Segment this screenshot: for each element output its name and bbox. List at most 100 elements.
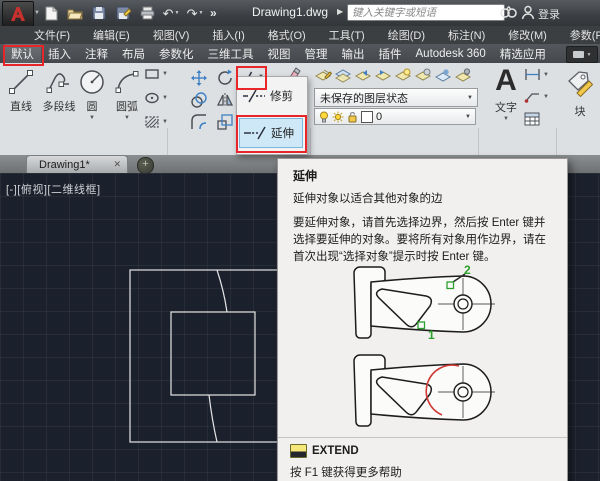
current-layer-name: 0 bbox=[376, 110, 383, 123]
autocad-logo[interactable] bbox=[2, 1, 34, 27]
menu-modify[interactable]: 修改(M) bbox=[508, 27, 547, 43]
layer-freeze-icon[interactable] bbox=[435, 67, 452, 84]
circle-caret-icon[interactable]: ▼ bbox=[89, 115, 95, 121]
leader-caret-icon[interactable]: ▼ bbox=[543, 94, 549, 100]
camera-icon bbox=[572, 51, 584, 58]
rectangle-tool-button[interactable]: ▼ bbox=[144, 67, 168, 81]
text-tool-button[interactable]: A 文字 ▼ bbox=[489, 66, 523, 123]
table-icon bbox=[524, 112, 540, 126]
undo-button[interactable]: ↶ ▼ bbox=[162, 4, 180, 22]
plot-icon[interactable] bbox=[138, 4, 156, 22]
ribbon-tab-parametric[interactable]: 参数化 bbox=[152, 44, 201, 64]
menu-view[interactable]: 视图(V) bbox=[153, 27, 190, 43]
layer-tools-row bbox=[315, 67, 472, 84]
rectangle-caret-icon[interactable]: ▼ bbox=[162, 71, 168, 77]
undo-caret-icon[interactable]: ▼ bbox=[174, 10, 179, 16]
save-icon[interactable] bbox=[90, 4, 108, 22]
inner-rectangle[interactable] bbox=[170, 311, 256, 396]
ribbon-tab-output[interactable]: 输出 bbox=[335, 44, 372, 64]
ribbon-tab-view[interactable]: 视图 bbox=[261, 44, 298, 64]
scale-tool-button[interactable] bbox=[216, 113, 234, 136]
move-tool-button[interactable] bbox=[190, 69, 208, 92]
autocad-a-icon bbox=[11, 7, 25, 21]
ribbon-tab-plugins[interactable]: 插件 bbox=[372, 44, 409, 64]
layer-unisolate-icon[interactable] bbox=[415, 67, 432, 84]
hatch-icon bbox=[145, 116, 159, 128]
layer-color-swatch[interactable] bbox=[361, 110, 373, 123]
menu-parametric[interactable]: 参数(P) bbox=[570, 27, 600, 43]
layer-walk-icon[interactable] bbox=[375, 67, 392, 84]
ribbon-tab-manage[interactable]: 管理 bbox=[298, 44, 335, 64]
table-tool-button[interactable] bbox=[524, 112, 540, 131]
arc-caret-icon[interactable]: ▼ bbox=[124, 115, 130, 121]
layer-dropdown[interactable]: 0 ▼ bbox=[314, 108, 476, 125]
layer-thaw-sun-icon[interactable] bbox=[332, 111, 344, 123]
menu-draw[interactable]: 绘图(D) bbox=[388, 27, 425, 43]
arc-segment-top[interactable] bbox=[216, 269, 228, 313]
arc-tool-button[interactable]: 圆弧 ▼ bbox=[110, 68, 144, 121]
ellipse-caret-icon[interactable]: ▼ bbox=[162, 95, 168, 101]
save-as-icon[interactable] bbox=[114, 4, 132, 22]
trim-menu-item[interactable]: 修剪 bbox=[239, 81, 303, 111]
layer-off-icon[interactable] bbox=[455, 67, 472, 84]
insert-block-button[interactable]: 块 bbox=[564, 69, 596, 119]
new-tab-button[interactable]: + bbox=[137, 157, 154, 174]
bracket-after bbox=[353, 354, 496, 427]
text-caret-icon[interactable]: ▼ bbox=[489, 116, 523, 122]
ribbon-tab-a360[interactable]: Autodesk 360 bbox=[409, 46, 493, 62]
menu-file[interactable]: 文件(F) bbox=[34, 27, 70, 43]
arc-segment-bottom[interactable] bbox=[208, 394, 218, 443]
ribbon-tab-3dtools[interactable]: 三维工具 bbox=[201, 44, 261, 64]
infocenter-search-input[interactable] bbox=[347, 4, 505, 21]
tooltip-help-hint: 按 F1 键获得更多帮助 bbox=[290, 467, 402, 479]
fillet-tool-button[interactable] bbox=[190, 113, 208, 136]
extend-menu-label: 延伸 bbox=[271, 128, 294, 140]
ribbon-tab-annotate[interactable]: 注释 bbox=[78, 44, 115, 64]
dimension-tool-button[interactable]: ▼ bbox=[524, 68, 549, 81]
ribbon-tab-home[interactable]: 默认 bbox=[4, 43, 41, 64]
ellipse-tool-button[interactable]: ▼ bbox=[144, 91, 168, 105]
extend-menu-item[interactable]: 延伸 bbox=[239, 118, 303, 148]
drawing-file-tab[interactable]: Drawing1* ✕ bbox=[26, 155, 128, 173]
leader-tool-button[interactable]: ▼ bbox=[524, 90, 549, 103]
search-category-arrow-icon[interactable]: ▶ bbox=[337, 7, 343, 16]
layer-on-bulb-icon[interactable] bbox=[319, 111, 329, 123]
dimension-caret-icon[interactable]: ▼ bbox=[543, 72, 549, 78]
menu-dimension[interactable]: 标注(N) bbox=[448, 27, 485, 43]
layer-state-caret-icon[interactable]: ▼ bbox=[467, 95, 477, 101]
media-browser-button[interactable]: ▼ bbox=[566, 46, 598, 63]
menu-format[interactable]: 格式(O) bbox=[268, 27, 306, 43]
command-icon bbox=[290, 444, 307, 458]
search-binoculars-icon[interactable] bbox=[500, 5, 517, 24]
line-tool-button[interactable]: 直线 bbox=[4, 68, 38, 114]
ribbon-tab-featured[interactable]: 精选应用 bbox=[493, 44, 553, 64]
menu-bar: 文件(F) 编辑(E) 视图(V) 插入(I) 格式(O) 工具(T) 绘图(D… bbox=[0, 26, 600, 44]
open-file-icon[interactable] bbox=[66, 4, 84, 22]
viewport-controls-label[interactable]: [-][俯视][二维线框] bbox=[6, 181, 101, 197]
sign-in-link[interactable]: 登录 bbox=[538, 6, 560, 22]
user-icon[interactable] bbox=[521, 5, 535, 25]
circle-tool-button[interactable]: 圆 ▼ bbox=[76, 68, 108, 121]
menu-edit[interactable]: 编辑(E) bbox=[93, 27, 130, 43]
tab-close-icon[interactable]: ✕ bbox=[113, 159, 121, 170]
arc-icon bbox=[115, 71, 139, 93]
ribbon-tab-insert[interactable]: 插入 bbox=[41, 44, 78, 64]
ribbon-tab-layout[interactable]: 布局 bbox=[115, 44, 152, 64]
menu-tools[interactable]: 工具(T) bbox=[329, 27, 365, 43]
logo-dropdown-caret-icon[interactable]: ▼ bbox=[34, 10, 40, 16]
layer-properties-icon[interactable] bbox=[315, 67, 332, 84]
mirror-tool-button[interactable] bbox=[216, 91, 234, 114]
hatch-tool-button[interactable]: ▼ bbox=[144, 115, 168, 129]
layer-isolate-icon[interactable] bbox=[395, 67, 412, 84]
hatch-caret-icon[interactable]: ▼ bbox=[162, 119, 168, 125]
layer-state-dropdown[interactable]: 未保存的图层状态 ▼ bbox=[314, 88, 478, 107]
layer-previous-icon[interactable] bbox=[355, 67, 372, 84]
polyline-tool-button[interactable]: 多段线 bbox=[39, 68, 79, 114]
copy-tool-button[interactable] bbox=[190, 91, 208, 114]
layer-caret-icon[interactable]: ▼ bbox=[465, 114, 475, 120]
new-file-icon[interactable] bbox=[42, 4, 60, 22]
layer-match-icon[interactable] bbox=[335, 67, 352, 84]
rotate-tool-button[interactable] bbox=[216, 69, 234, 92]
layer-unlock-icon[interactable] bbox=[347, 111, 358, 123]
menu-insert[interactable]: 插入(I) bbox=[212, 27, 244, 43]
